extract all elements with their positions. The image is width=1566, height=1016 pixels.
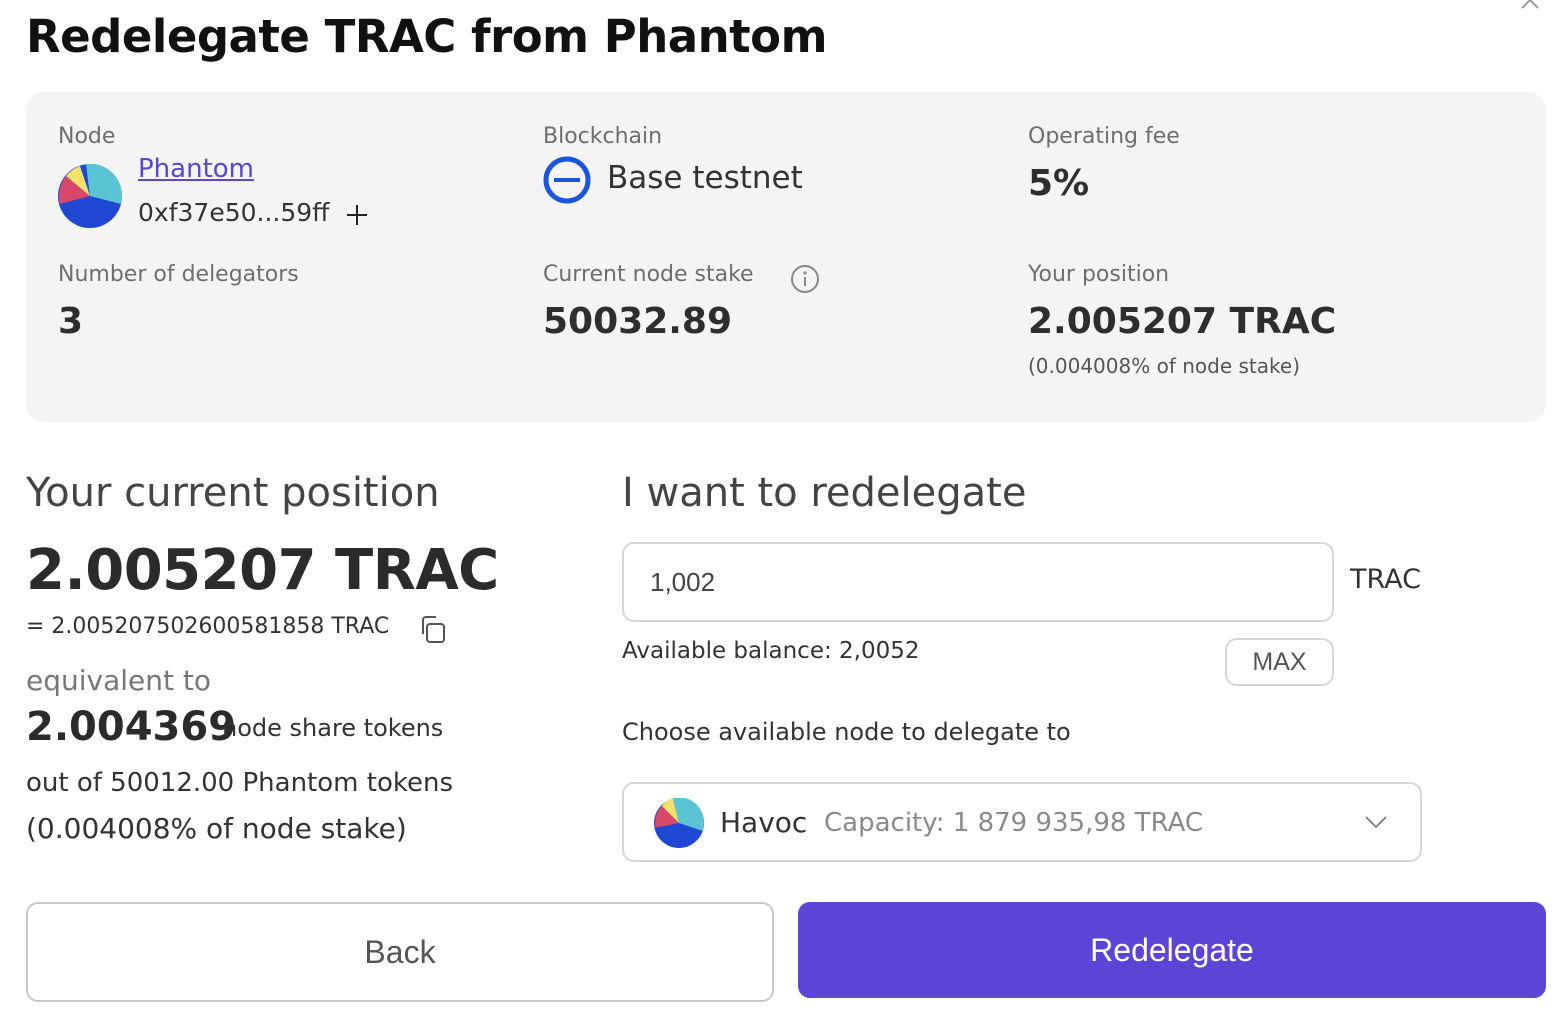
stake-info-cell: Current node stake 50032.89 [543,262,754,342]
position-note: (0.004008% of node stake) [1028,354,1300,378]
info-icon[interactable] [790,264,820,294]
selected-node-name: Havoc [720,806,808,839]
blockchain-name: Base testnet [607,160,803,196]
node-name-link[interactable]: Phantom [138,154,254,184]
share-token-amount: 2.004369 [26,704,237,750]
fee-label: Operating fee [1028,124,1180,149]
back-button[interactable]: Back [26,902,774,1002]
delegators-value: 3 [58,301,84,342]
current-position-heading: Your current position [26,470,440,516]
position-label: Your position [1028,262,1170,287]
equivalent-label: equivalent to [26,664,211,697]
delegators-info-cell: Number of delegators 3 [58,262,299,342]
redelegate-button[interactable]: Redelegate [798,902,1546,998]
delegators-label: Number of delegators [58,262,299,287]
stake-label: Current node stake [543,262,754,287]
node-label: Node [58,124,116,149]
dialog-title: Redelegate TRAC from Phantom [26,10,827,63]
fee-info-cell: Operating fee 5% [1028,124,1180,204]
fee-value: 5% [1028,163,1090,204]
max-button[interactable]: MAX [1225,638,1334,686]
redelegate-heading: I want to redelegate [622,470,1027,516]
node-avatar-icon [58,164,122,228]
node-info-cell: Node [58,124,115,149]
blockchain-info-cell: Blockchain [543,124,662,149]
plus-icon[interactable] [346,204,368,226]
copy-icon[interactable] [416,614,448,646]
position-value: 2.005207 TRAC [1028,301,1337,342]
target-node-select[interactable]: Havoc Capacity: 1 879 935,98 TRAC [622,782,1422,862]
share-percent: (0.004008% of node stake) [26,812,407,845]
share-out-of: out of 50012.00 Phantom tokens [26,768,454,798]
stake-value: 50032.89 [543,301,733,342]
close-icon[interactable] [1516,0,1544,12]
chevron-down-icon [1365,816,1387,829]
share-token-unit: node share tokens [222,714,444,742]
redelegate-amount-input[interactable] [622,542,1334,622]
current-position-exact: = 2.005207502600581858 TRAC [26,614,390,639]
current-position-amount: 2.005207 TRAC [26,538,499,603]
node-info-panel: Node Phantom 0xf37e50...59ff Blockchain … [26,92,1546,422]
position-info-cell: Your position 2.005207 TRAC (0.004008% o… [1028,262,1336,378]
havoc-node-avatar-icon [654,798,704,848]
available-balance: Available balance: 2,0052 [622,638,920,664]
base-chain-icon [543,156,591,204]
node-address: 0xf37e50...59ff [138,198,330,227]
blockchain-label: Blockchain [543,124,663,149]
selected-node-capacity: Capacity: 1 879 935,98 TRAC [824,808,1204,838]
choose-node-label: Choose available node to delegate to [622,718,1071,746]
amount-unit-label: TRAC [1350,564,1422,595]
